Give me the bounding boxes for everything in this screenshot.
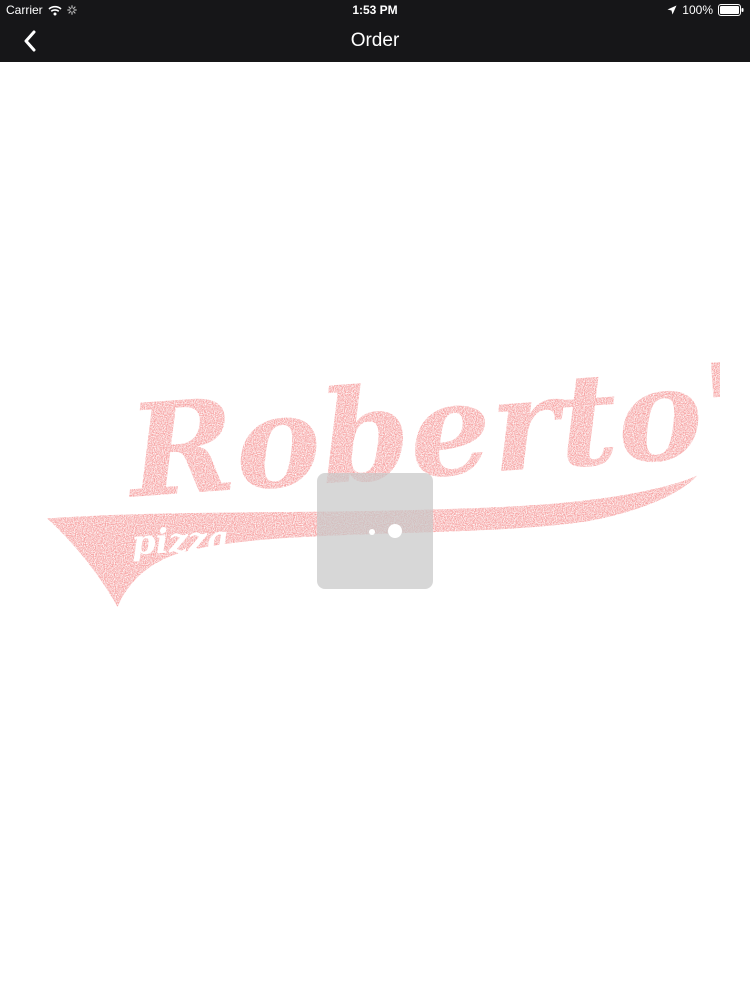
- navigation-bar: Order: [0, 20, 750, 62]
- loading-dot-large: [388, 524, 402, 538]
- order-screen: Carrier 1:53 PM 100% Order Roberto's piz…: [0, 0, 750, 1000]
- loading-dot-small: [369, 529, 375, 535]
- battery-icon: [718, 4, 744, 16]
- top-bar: Carrier 1:53 PM 100% Order: [0, 0, 750, 62]
- status-bar: Carrier 1:53 PM 100%: [0, 0, 750, 20]
- page-title: Order: [350, 30, 400, 51]
- location-arrow-icon: [667, 5, 677, 15]
- loading-indicator: [317, 473, 433, 589]
- logo-tagline: pizza: [131, 518, 230, 563]
- battery-percent: 100%: [682, 3, 713, 17]
- status-right: 100%: [667, 0, 744, 20]
- svg-text:pizza: pizza: [131, 518, 230, 563]
- status-time: 1:53 PM: [352, 3, 398, 17]
